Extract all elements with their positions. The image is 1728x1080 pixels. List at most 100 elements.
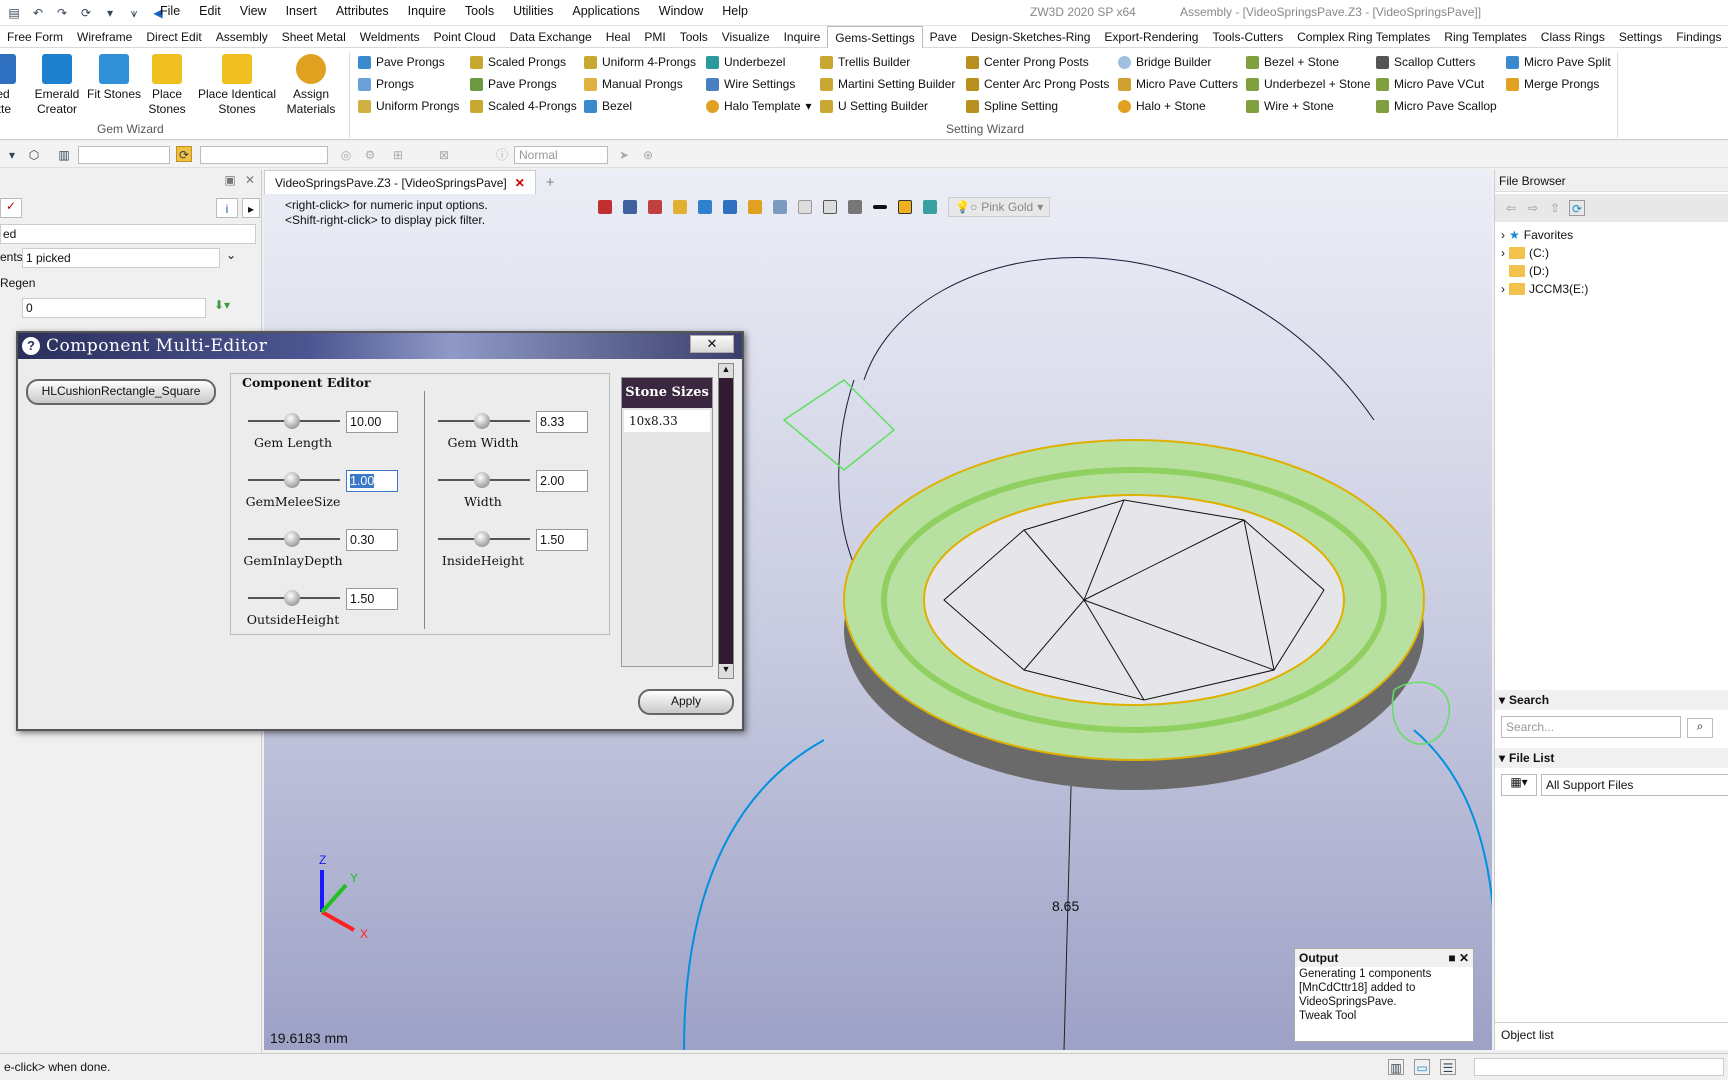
new-tab-icon[interactable]: +	[536, 174, 565, 191]
inside-height-input[interactable]: 1.50	[536, 529, 588, 551]
slider-knob[interactable]	[474, 531, 490, 547]
tree-item-d[interactable]: ›(D:)	[1501, 262, 1588, 280]
menu-file[interactable]: File	[160, 4, 180, 18]
tab-free-form[interactable]: Free Form	[0, 26, 70, 48]
spline-setting-button[interactable]: Spline Setting	[966, 95, 1109, 117]
box-icon[interactable]	[673, 200, 687, 214]
view-tool-icon[interactable]	[648, 200, 662, 214]
tab-data-exchange[interactable]: Data Exchange	[503, 26, 599, 48]
micro-pave-cutters-button[interactable]: Micro Pave Cutters	[1118, 73, 1238, 95]
tab-inquire[interactable]: Inquire	[777, 26, 828, 48]
render-icon[interactable]	[748, 200, 762, 214]
uniform-prongs-button[interactable]: Uniform Prongs	[358, 95, 459, 117]
tab-gems-settings[interactable]: Gems-Settings	[827, 25, 923, 48]
halo-template-button[interactable]: Halo Template ▾	[706, 95, 812, 117]
tab-complex-ring-templates[interactable]: Complex Ring Templates	[1290, 26, 1437, 48]
gem-melee-size-input[interactable]: 1.00	[346, 470, 398, 492]
tab-heal[interactable]: Heal	[599, 26, 638, 48]
scroll-up-icon[interactable]: ▲	[719, 364, 733, 378]
close-panel-icon[interactable]: ✕	[242, 172, 258, 188]
emerald-creator-button[interactable]: Emerald Creator	[26, 54, 88, 117]
view-mode-icon[interactable]: ▦▾	[1501, 774, 1537, 796]
search-icon[interactable]: ⌕	[1687, 718, 1713, 738]
grid-icon[interactable]	[823, 200, 837, 214]
filter-combo[interactable]	[78, 146, 170, 164]
menu-window[interactable]: Window	[659, 4, 703, 18]
width-input[interactable]: 2.00	[536, 470, 588, 492]
mode-combo[interactable]: Normal	[514, 146, 608, 164]
orbit-icon[interactable]	[623, 200, 637, 214]
gem-width-input[interactable]: 8.33	[536, 411, 588, 433]
status-input[interactable]	[1474, 1058, 1724, 1076]
bezel-button[interactable]: Bezel	[584, 95, 696, 117]
entities-field[interactable]: 1 picked	[22, 248, 220, 268]
component-button[interactable]: HLCushionRectangle_Square	[26, 379, 216, 405]
file-filter-combo[interactable]: All Support Files	[1541, 774, 1728, 796]
up-icon[interactable]: ⇧	[1547, 200, 1563, 216]
tab-tools[interactable]: Tools	[673, 26, 715, 48]
tab-document[interactable]: VideoSpringsPave.Z3 - [VideoSpringsPave]…	[264, 170, 536, 194]
view-tool-icon[interactable]	[723, 200, 737, 214]
tab-visualize[interactable]: Visualize	[715, 26, 777, 48]
micro-pave-vcut-button[interactable]: Micro Pave VCut	[1376, 73, 1497, 95]
place-identical-stones-button[interactable]: Place Identical Stones	[192, 54, 282, 117]
martini-setting-builder-button[interactable]: Martini Setting Builder	[820, 73, 955, 95]
tab-pave[interactable]: Pave	[923, 26, 964, 48]
center-arc-prong-posts-button[interactable]: Center Arc Prong Posts	[966, 73, 1109, 95]
tab-tools-cutters[interactable]: Tools-Cutters	[1205, 26, 1290, 48]
download-icon[interactable]: ⬇▾	[214, 298, 230, 312]
regen-input[interactable]: 0	[22, 298, 206, 318]
menu-help[interactable]: Help	[722, 4, 748, 18]
tab-export-rendering[interactable]: Export-Rendering	[1097, 26, 1205, 48]
apply-button[interactable]: Apply	[638, 689, 734, 715]
tab-direct-edit[interactable]: Direct Edit	[139, 26, 208, 48]
menu-attributes[interactable]: Attributes	[336, 4, 389, 18]
slider-knob[interactable]	[284, 472, 300, 488]
layer-combo[interactable]	[200, 146, 328, 164]
micro-pave-scallop-button[interactable]: Micro Pave Scallop	[1376, 95, 1497, 117]
scallop-cutters-button[interactable]: Scallop Cutters	[1376, 51, 1497, 73]
tab-ring-templates[interactable]: Ring Templates	[1437, 26, 1534, 48]
merge-prongs-button[interactable]: Merge Prongs	[1506, 73, 1611, 95]
trellis-builder-button[interactable]: Trellis Builder	[820, 51, 955, 73]
tab-findings[interactable]: Findings	[1669, 26, 1728, 48]
gem-length-input[interactable]: 10.00	[346, 411, 398, 433]
more-icon[interactable]: ⩛	[126, 5, 142, 21]
tab-class-rings[interactable]: Class Rings	[1534, 26, 1612, 48]
menu-insert[interactable]: Insert	[286, 4, 317, 18]
u-setting-builder-button[interactable]: U Setting Builder	[820, 95, 955, 117]
line-icon[interactable]	[873, 205, 887, 209]
menu-utilities[interactable]: Utilities	[513, 4, 553, 18]
tool-icon[interactable]: ◎	[338, 147, 354, 163]
help-icon[interactable]: ?	[22, 337, 40, 355]
slider-knob[interactable]	[284, 413, 300, 429]
prongs-button[interactable]: Prongs	[358, 73, 459, 95]
bridge-builder-button[interactable]: Bridge Builder	[1118, 51, 1238, 73]
refresh-icon[interactable]: ⟳	[1569, 200, 1585, 216]
back-icon[interactable]: ⇦	[1503, 200, 1519, 216]
slider-knob[interactable]	[284, 590, 300, 606]
command-field[interactable]: ed	[0, 224, 256, 244]
bezel-stone-button[interactable]: Bezel + Stone	[1246, 51, 1370, 73]
micro-pave-split-button[interactable]: Micro Pave Split	[1506, 51, 1611, 73]
tab-sheet-metal[interactable]: Sheet Metal	[275, 26, 353, 48]
close-icon[interactable]: ■ ✕	[1448, 951, 1469, 965]
scroll-down-icon[interactable]: ▼	[719, 664, 733, 678]
halo-stone-button[interactable]: Halo + Stone	[1118, 95, 1238, 117]
scaled-4-prongs-button[interactable]: Scaled 4-Prongs	[470, 95, 577, 117]
underbezel-button[interactable]: Underbezel	[706, 51, 812, 73]
regen-icon[interactable]: ⟳	[78, 5, 94, 21]
menu-view[interactable]: View	[240, 4, 267, 18]
view-tool-icon[interactable]	[798, 200, 812, 214]
tool-icon[interactable]: ⊕	[640, 147, 656, 163]
check-icon[interactable]: ✓	[0, 198, 22, 218]
dialog-title-bar[interactable]: ? Component Multi-Editor ✕	[18, 333, 742, 359]
gem-inlay-depth-input[interactable]: 0.30	[346, 529, 398, 551]
info-icon[interactable]: i	[216, 198, 238, 218]
tool-icon[interactable]: ⚙	[362, 147, 378, 163]
save-icon[interactable]: ▤	[6, 5, 22, 21]
underbezel-stone-button[interactable]: Underbezel + Stone	[1246, 73, 1370, 95]
dialog-close-button[interactable]: ✕	[690, 335, 734, 353]
view-tool-icon[interactable]	[598, 200, 612, 214]
slider-knob[interactable]	[474, 472, 490, 488]
